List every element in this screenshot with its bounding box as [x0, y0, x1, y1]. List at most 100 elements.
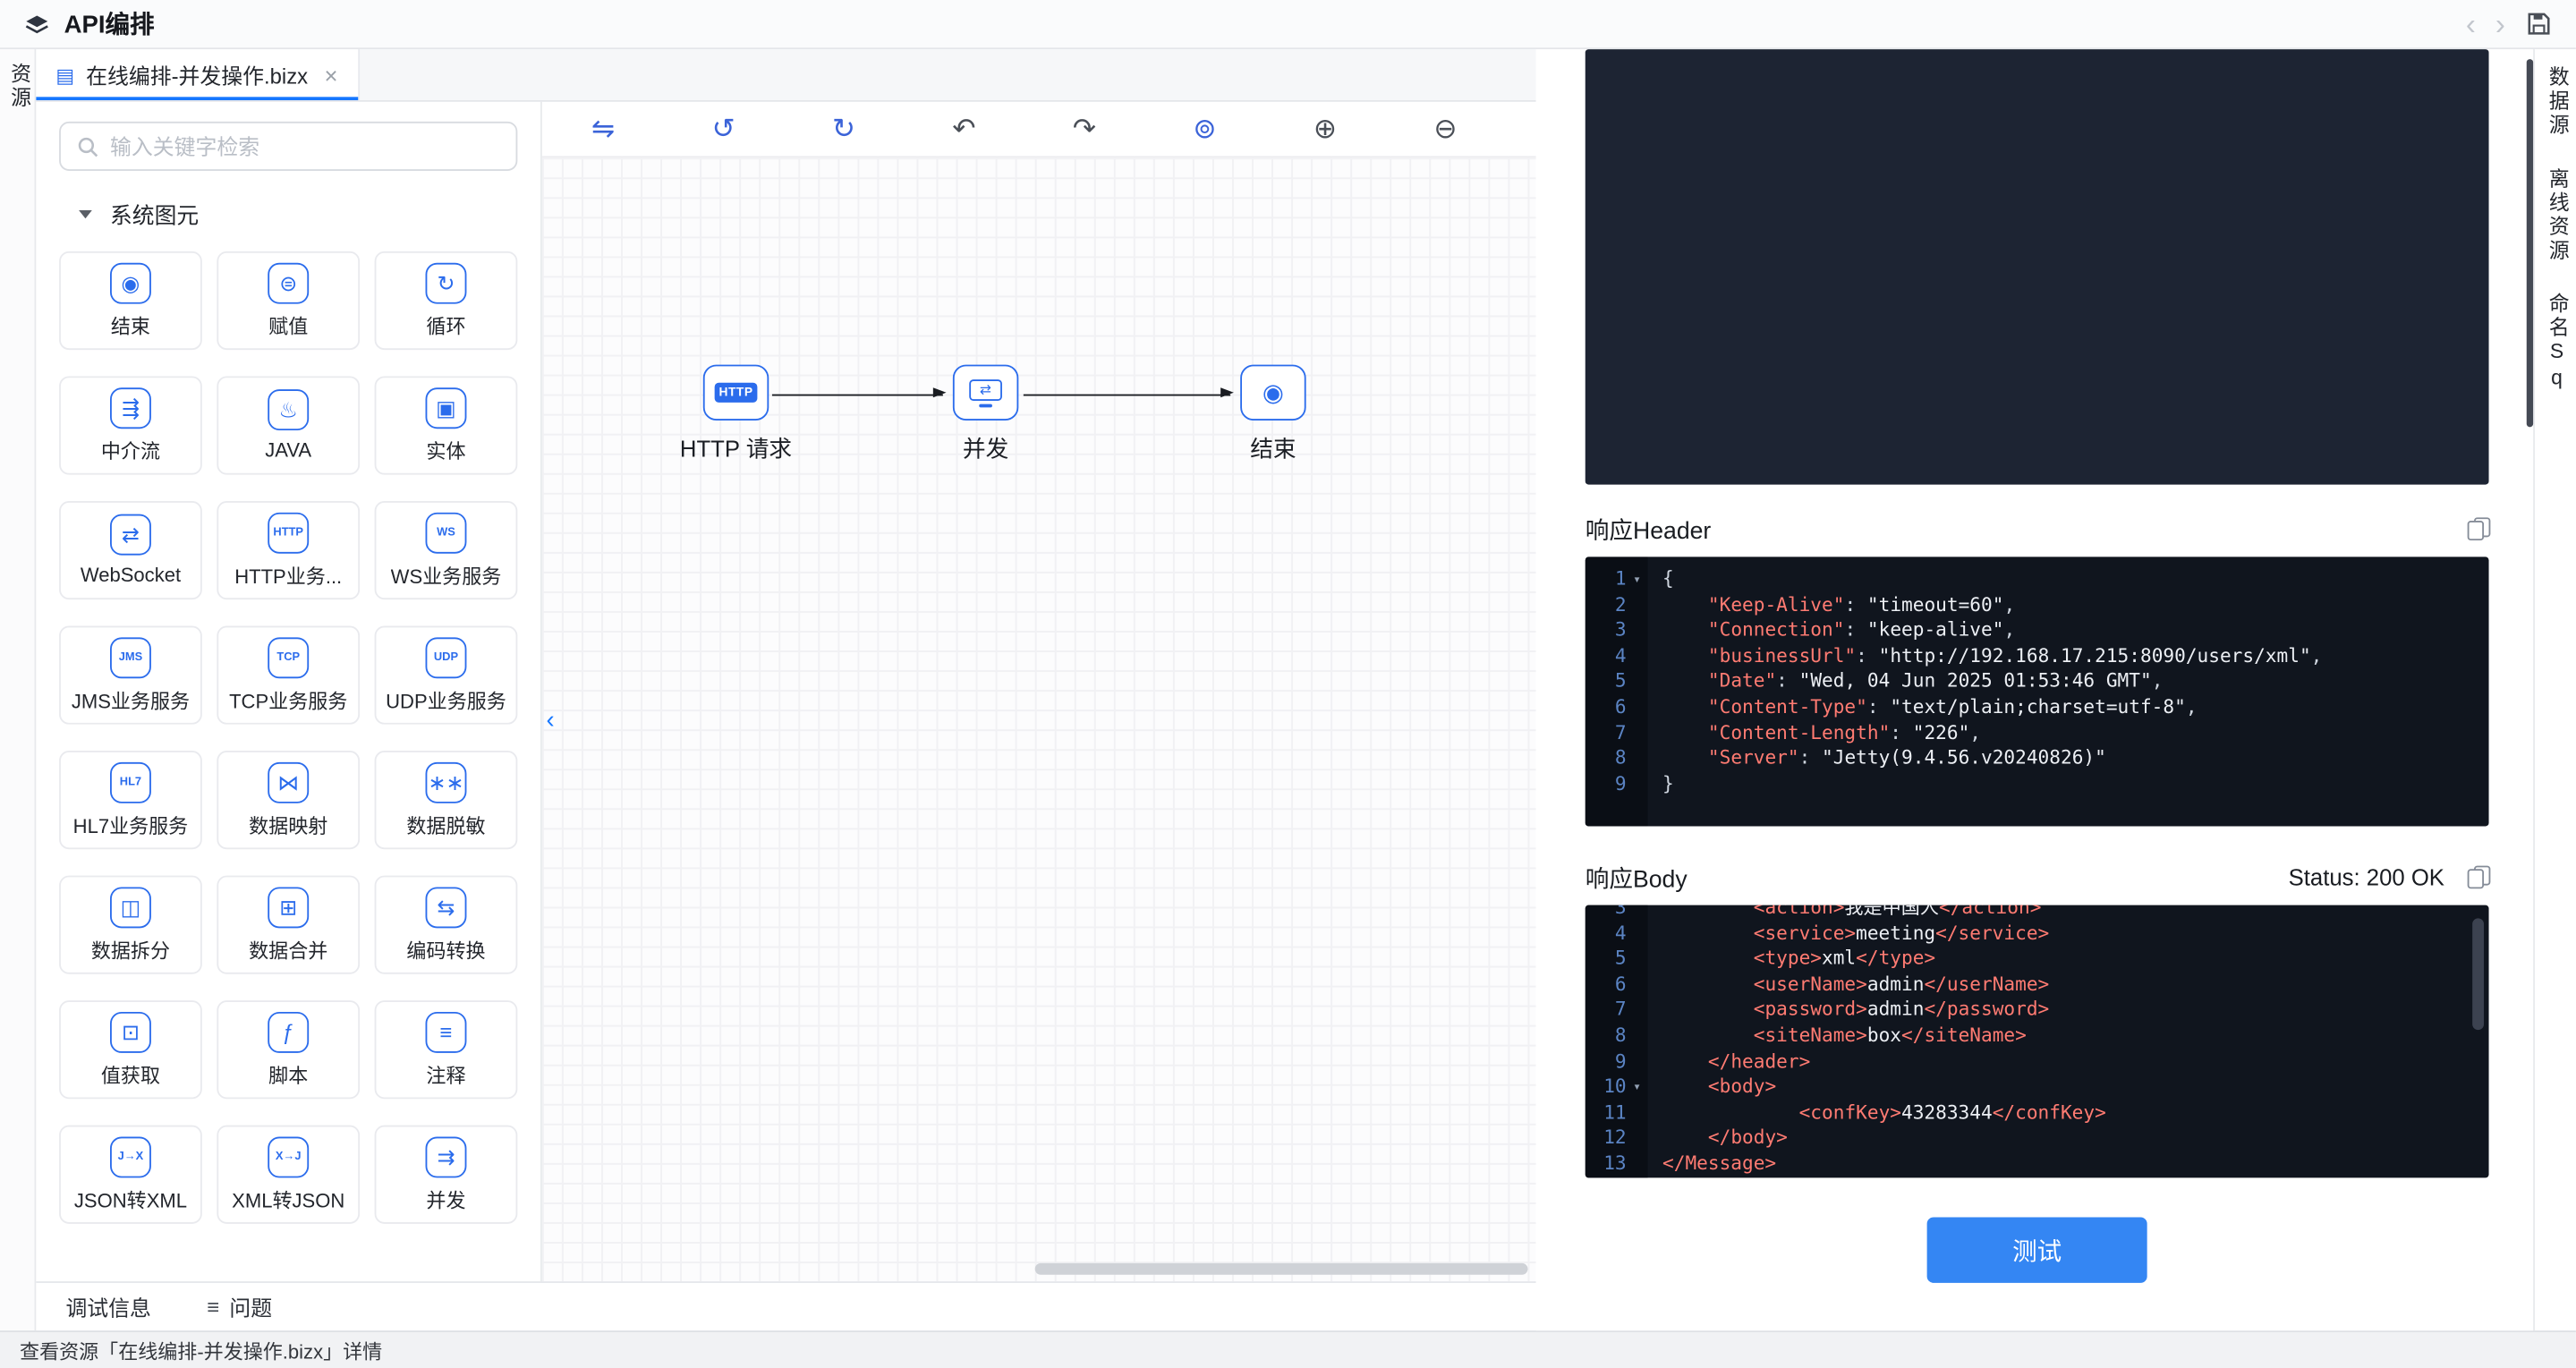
fold-icon: ▾	[1627, 746, 1648, 772]
resources-panel-tab[interactable]: 资源	[6, 63, 30, 1330]
zoom-in-icon[interactable]: ⊕	[1314, 115, 1337, 143]
copy-icon[interactable]	[2467, 865, 2491, 889]
debug-info-tab[interactable]: 调试信息	[65, 1291, 151, 1322]
fold-icon: ▾	[1627, 921, 1648, 947]
fold-icon: ▾	[1627, 618, 1648, 644]
palette-item[interactable]: J→X JSON转XML	[59, 1125, 202, 1224]
code-text: "Connection": "keep-alive",	[1707, 617, 2016, 642]
left-sidebar-strip: 资源	[0, 49, 37, 1331]
test-button-row: 测试	[1586, 1217, 2489, 1283]
code-text: "Content-Type": "text/plain;charset=utf-…	[1707, 694, 2198, 718]
palette-item[interactable]: X→J XML转JSON	[217, 1125, 361, 1224]
palette-item[interactable]: ⊜ 赋值	[217, 251, 361, 351]
code-text: <siteName>box</siteName>	[1753, 1023, 2027, 1047]
search-input[interactable]	[110, 133, 500, 159]
canvas-area: ⇋ ↺ ↻ ↶ ↷ ⊚ ⊕ ⊖ HTTP HTTP 请求 ⇄ 并发 ◉ 结束 ‹	[541, 101, 1536, 1282]
arrows-glyph: ⇄	[980, 381, 992, 398]
value-get-icon: ⊡	[110, 1011, 151, 1052]
topbar: API编排 ‹ ›	[0, 0, 2576, 50]
system-components-header[interactable]: 系统图元	[79, 197, 517, 230]
palette-item[interactable]: ≡ 注释	[374, 1000, 518, 1100]
fit-view-icon[interactable]: ⊚	[1193, 115, 1216, 143]
ws-service-icon: WS	[425, 511, 467, 553]
palette-item[interactable]: HTTP HTTP业务...	[217, 500, 361, 600]
document-icon: ▤	[55, 63, 75, 87]
status-bar-text: 查看资源「在线编排-并发操作.bizx」详情	[20, 1339, 383, 1363]
palette-item[interactable]: ◫ 数据拆分	[59, 875, 202, 974]
topbar-actions: ‹ ›	[2466, 9, 2560, 38]
code-text: "Date": "Wed, 04 Jun 2025 01:53:46 GMT",	[1707, 668, 2164, 692]
line-number: 5	[1614, 668, 1627, 692]
palette-item-label: 中介流	[100, 439, 161, 463]
zoom-out-icon[interactable]: ⊖	[1433, 115, 1457, 143]
request-editor[interactable]	[1585, 49, 2489, 485]
palette-item[interactable]: UDP UDP业务服务	[374, 625, 518, 725]
palette-item[interactable]: TCP TCP业务服务	[217, 625, 361, 725]
tab-editor-file[interactable]: ▤ 在线编排-并发操作.bizx ×	[36, 49, 360, 100]
palette-item[interactable]: ▣ 实体	[374, 376, 518, 475]
app-logo-icon	[23, 12, 51, 37]
fold-icon: ▾	[1627, 695, 1648, 721]
palette-item[interactable]: ⇉ 并发	[374, 1125, 518, 1224]
right-strip-item[interactable]: 数据源	[2544, 65, 2569, 137]
horizontal-scrollbar[interactable]	[1034, 1262, 1528, 1275]
json-to-xml-icon: J→X	[110, 1135, 151, 1177]
line-number: 1	[1614, 566, 1627, 591]
palette-item[interactable]: ⊞ 数据合并	[217, 875, 361, 974]
palette-item[interactable]: ♨ JAVA	[217, 376, 361, 475]
palette-item[interactable]: ⊡ 值获取	[59, 1000, 202, 1100]
palette-item[interactable]: ƒ 脚本	[217, 1000, 361, 1100]
concurrent-icon: ⇄	[952, 364, 1019, 421]
palette-item[interactable]: ◉ 结束	[59, 251, 202, 351]
line-number: 6	[1614, 972, 1627, 996]
xml-to-json-icon: X→J	[268, 1135, 310, 1177]
component-palette: 系统图元 ◉ 结束 ⊜ 赋值 ↻ 循环 ⇶ 中介流 ♨ JAVA ▣ 实体 ⇄ WebSocket HTTP…	[36, 101, 542, 1282]
code-line: 1 ▾ {	[1586, 566, 2489, 592]
fold-icon[interactable]: ▾	[1627, 1075, 1648, 1100]
sync-icon[interactable]: ↺	[711, 115, 735, 143]
end-node-icon: ◉	[1240, 364, 1306, 421]
back-icon[interactable]: ‹	[2466, 9, 2476, 38]
problems-tab[interactable]: ≡ 问题	[207, 1291, 272, 1322]
right-strip-item[interactable]: 命名Sq	[2544, 292, 2569, 392]
collapse-palette-handle[interactable]: ‹	[542, 686, 562, 752]
line-number: 3	[1614, 617, 1627, 642]
fold-icon[interactable]: ▾	[1627, 566, 1648, 592]
flow-canvas[interactable]: HTTP HTTP 请求 ⇄ 并发 ◉ 结束 ‹	[541, 157, 1536, 1282]
line-number: 9	[1614, 1049, 1627, 1073]
vertical-scrollbar[interactable]	[2472, 918, 2485, 1031]
palette-item-label: 脚本	[268, 1063, 309, 1087]
flow-node-concurrent[interactable]: ⇄ 并发	[904, 364, 1068, 465]
forward-icon[interactable]: ›	[2495, 9, 2505, 38]
palette-item[interactable]: ⋈ 数据映射	[217, 751, 361, 850]
code-text: <body>	[1707, 1075, 1777, 1098]
redo-icon[interactable]: ↷	[1073, 115, 1096, 143]
flow-node-end[interactable]: ◉ 结束	[1191, 364, 1356, 465]
palette-item[interactable]: ↻ 循环	[374, 251, 518, 351]
jms-service-icon: JMS	[110, 636, 151, 678]
code-line: 9▾}	[1586, 771, 2489, 797]
test-button[interactable]: 测试	[1926, 1217, 2147, 1283]
response-body-row: 响应Body Status: 200 OK	[1586, 859, 2491, 895]
palette-item-label: 数据拆分	[90, 939, 171, 962]
save-icon[interactable]	[2525, 10, 2553, 38]
palette-item[interactable]: JMS JMS业务服务	[59, 625, 202, 725]
panel-scrollbar[interactable]	[2526, 59, 2534, 428]
close-icon[interactable]: ×	[324, 64, 337, 87]
palette-item[interactable]: ⇄ WebSocket	[59, 500, 202, 600]
right-strip-item[interactable]: 离线资源	[2544, 166, 2569, 261]
palette-item[interactable]: ⇆ 编码转换	[374, 875, 518, 974]
flow-node-http-request[interactable]: HTTP HTTP 请求	[654, 364, 819, 465]
undo-icon[interactable]: ↶	[952, 115, 975, 143]
palette-item[interactable]: ⇶ 中介流	[59, 376, 202, 475]
palette-item[interactable]: HL7 HL7业务服务	[59, 751, 202, 850]
palette-item[interactable]: WS WS业务服务	[374, 500, 518, 600]
copy-icon[interactable]	[2467, 517, 2491, 541]
relation-icon[interactable]: ⇋	[591, 115, 615, 143]
refresh-icon[interactable]: ↻	[832, 115, 855, 143]
section-label: 系统图元	[110, 203, 200, 229]
line-number: 11	[1603, 1100, 1627, 1124]
palette-item[interactable]: ∗∗ 数据脱敏	[374, 751, 518, 850]
hl7-service-icon: HL7	[110, 760, 151, 803]
concurrent-icon: ⇉	[425, 1135, 467, 1177]
